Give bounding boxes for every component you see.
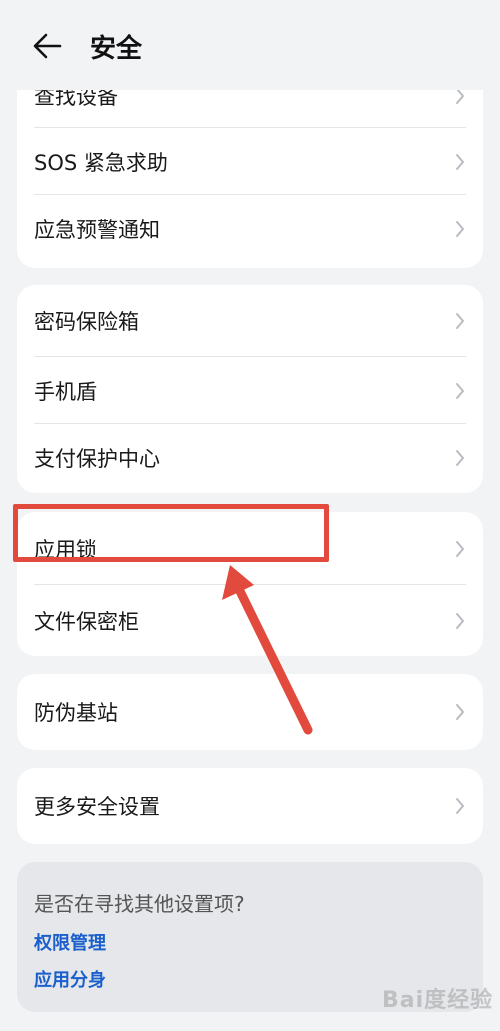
page-title: 安全 — [90, 34, 143, 64]
row-label: SOS 紧急求助 — [34, 150, 168, 175]
row-emergency-alerts[interactable]: 应急预警通知 — [17, 195, 483, 262]
highlight-box — [13, 504, 329, 562]
row-label: 更多安全设置 — [34, 795, 160, 819]
header: 安全 — [0, 0, 500, 90]
row-phone-shield[interactable]: 手机盾 — [17, 357, 483, 424]
chevron-right-icon — [456, 612, 464, 629]
settings-group-2: 密码保险箱 手机盾 支付保护中心 — [17, 285, 483, 493]
chevron-right-icon — [456, 220, 464, 237]
link-app-twin[interactable]: 应用分身 — [34, 966, 106, 992]
back-arrow-icon[interactable] — [30, 30, 66, 62]
settings-group-1: 查找设备 SOS 紧急求助 应急预警通知 — [17, 62, 483, 268]
row-label: 应急预警通知 — [34, 217, 160, 242]
row-more-security-settings[interactable]: 更多安全设置 — [17, 768, 483, 844]
watermark: Bai度经验 — [382, 988, 494, 1013]
row-sos-emergency[interactable]: SOS 紧急求助 — [17, 128, 483, 195]
chevron-right-icon — [456, 540, 464, 557]
row-label: 文件保密柜 — [34, 609, 139, 634]
row-label: 防伪基站 — [34, 701, 118, 725]
row-label: 密码保险箱 — [34, 310, 139, 334]
suggestion-question: 是否在寻找其他设置项? — [34, 892, 245, 916]
annotation-arrow-icon — [222, 565, 313, 735]
settings-group-5: 更多安全设置 — [17, 768, 483, 844]
row-payment-protection[interactable]: 支付保护中心 — [17, 424, 483, 491]
chevron-right-icon — [456, 313, 464, 329]
chevron-right-icon — [456, 449, 464, 466]
chevron-right-icon — [456, 798, 464, 814]
chevron-right-icon — [456, 153, 464, 170]
chevron-right-icon — [456, 704, 464, 720]
row-password-vault[interactable]: 密码保险箱 — [17, 285, 483, 357]
chevron-right-icon — [456, 382, 464, 399]
row-label: 支付保护中心 — [34, 446, 160, 471]
row-label: 手机盾 — [34, 379, 97, 404]
link-permission-management[interactable]: 权限管理 — [34, 929, 106, 955]
